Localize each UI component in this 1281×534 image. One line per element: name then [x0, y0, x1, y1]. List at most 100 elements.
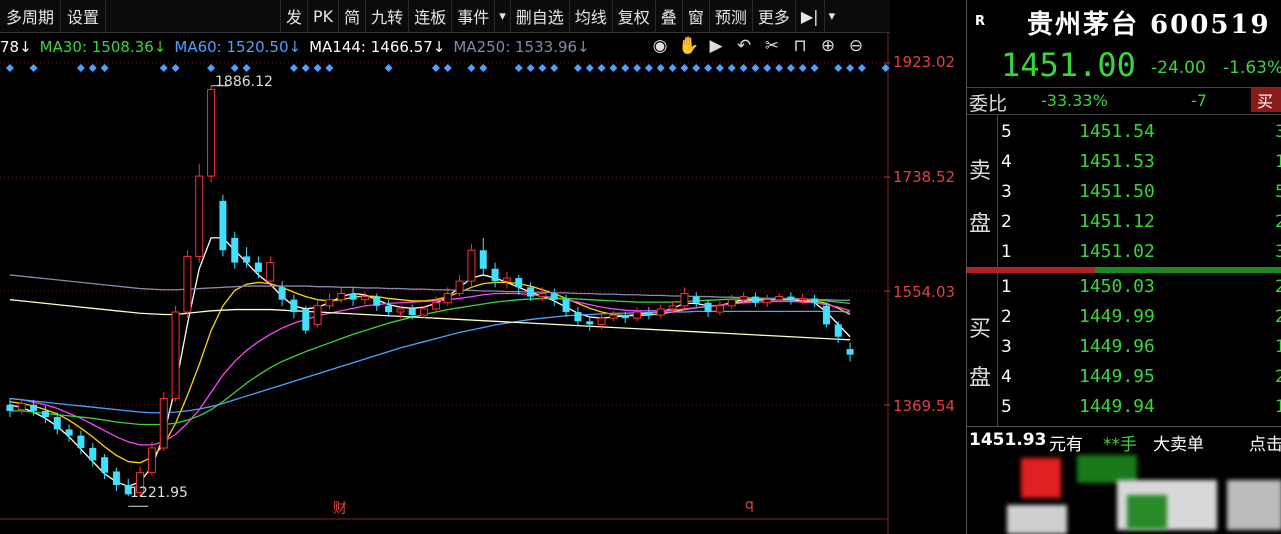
- ma-line: [9, 237, 851, 487]
- signal-diamond: [692, 64, 701, 72]
- signal-diamond: [668, 64, 677, 72]
- toolbar-item[interactable]: ▾: [494, 0, 510, 32]
- footer-click[interactable]: 点击: [1249, 430, 1281, 455]
- signal-diamond: [727, 64, 736, 72]
- candle-body: [633, 311, 642, 319]
- candle-body: [171, 311, 180, 400]
- toolbar-item[interactable]: 发: [280, 0, 307, 32]
- signal-diamond: [289, 64, 298, 72]
- eye-icon[interactable]: ◉: [650, 36, 670, 56]
- sell-row[interactable]: 3 1451.50 5: [967, 178, 1281, 208]
- candle-body: [680, 292, 689, 307]
- candle-body: [656, 308, 665, 316]
- blurred-area: [1077, 455, 1137, 483]
- signal-diamond: [479, 64, 488, 72]
- signal-diamond: [680, 64, 689, 72]
- toolbar-item[interactable]: ▶|: [794, 0, 824, 32]
- blurred-area: [1227, 480, 1281, 530]
- candle-body: [443, 292, 452, 304]
- toolbar-item[interactable]: 窗: [681, 0, 709, 32]
- toolbar-item[interactable]: 复权: [611, 0, 655, 32]
- play-icon[interactable]: ▶: [706, 36, 726, 56]
- sell-row[interactable]: 5 1451.54 3: [967, 118, 1281, 148]
- footer-price: 1451.93: [969, 430, 1047, 450]
- candle-body: [586, 321, 594, 325]
- candle-body: [538, 292, 547, 298]
- ma-line: [9, 310, 851, 414]
- order-diff-value: -7: [1191, 91, 1207, 110]
- order-price: 1449.94: [1079, 396, 1155, 417]
- candle-body: [89, 447, 97, 461]
- level-number: 3: [1001, 337, 1012, 357]
- candle-body: [775, 296, 784, 301]
- signal-diamond: [585, 64, 594, 72]
- footer-unit: 元有: [1049, 435, 1083, 455]
- signal-diamond: [739, 64, 748, 72]
- candle-body: [431, 302, 440, 310]
- zoom-in-icon[interactable]: ⊕: [818, 36, 838, 56]
- zoom-out-icon[interactable]: ⊖: [846, 36, 866, 56]
- toolbar-item[interactable]: 连板: [408, 0, 451, 32]
- signal-diamond: [5, 64, 14, 72]
- order-ratio-row: 委比 -33.33% -7 买: [967, 87, 1281, 115]
- signal-diamond: [467, 64, 476, 72]
- buy-row[interactable]: 1 1450.03 2: [967, 273, 1281, 303]
- candle-body: [420, 308, 429, 316]
- toolbar-item[interactable]: 简: [338, 0, 365, 32]
- candle-body: [195, 175, 204, 257]
- buy-row[interactable]: 4 1449.95 2: [967, 363, 1281, 393]
- signal-diamond: [207, 64, 216, 72]
- candle-body: [515, 278, 523, 288]
- buy-row[interactable]: 5 1449.94 1: [967, 393, 1281, 423]
- undo-icon[interactable]: ↶: [734, 36, 754, 56]
- order-price: 1449.95: [1079, 366, 1155, 387]
- sell-row[interactable]: 4 1451.53 1: [967, 148, 1281, 178]
- sell-row[interactable]: 2 1451.12 2: [967, 208, 1281, 238]
- toolbar-item[interactable]: 删自选: [509, 0, 569, 32]
- finance-marker[interactable]: 财: [333, 498, 347, 518]
- candle-body: [313, 305, 322, 325]
- toolbar-item[interactable]: 叠: [654, 0, 682, 32]
- price-change-pct: -1.63%: [1223, 58, 1281, 78]
- toolbar-item[interactable]: 均线: [568, 0, 612, 32]
- toolbar-item[interactable]: 预测: [708, 0, 752, 32]
- toolbar-item[interactable]: 多周期: [0, 0, 62, 32]
- candle-body: [491, 268, 499, 282]
- buy-row[interactable]: 2 1449.99 2: [967, 303, 1281, 333]
- signal-diamond: [621, 64, 630, 72]
- signal-diamond: [230, 64, 239, 72]
- order-volume: 5: [1275, 182, 1281, 202]
- toolbar-item[interactable]: 更多: [751, 0, 795, 32]
- toolbar-item[interactable]: 事件: [451, 0, 494, 32]
- candle-body: [455, 280, 464, 294]
- candle-body: [692, 296, 700, 303]
- hand-icon[interactable]: ✋: [678, 36, 699, 56]
- lock-icon[interactable]: ⊓: [790, 36, 810, 56]
- toolbar-item[interactable]: 设置: [61, 0, 107, 32]
- big-order-footer[interactable]: 1451.93 元有 **手 大卖单 点击: [967, 426, 1281, 455]
- order-price: 1451.12: [1079, 211, 1155, 232]
- stock-title: 贵州茅台 600519: [1027, 10, 1271, 40]
- kline-chart[interactable]: [0, 0, 890, 534]
- candle-body: [609, 314, 618, 319]
- candle-body: [502, 277, 511, 282]
- signal-diamond: [242, 64, 251, 72]
- y-axis-label: 1554.03: [893, 283, 956, 301]
- signal-diamond: [100, 64, 109, 72]
- toolbar-item[interactable]: 九转: [365, 0, 408, 32]
- candle-body: [147, 447, 156, 474]
- candle-body: [30, 404, 38, 411]
- level-number: 2: [1001, 307, 1012, 327]
- order-volume: 3: [1275, 122, 1281, 142]
- high-price-label: 1886.12: [215, 74, 273, 90]
- scissors-icon[interactable]: ✂: [762, 36, 782, 56]
- signal-diamond: [431, 64, 440, 72]
- sell-row[interactable]: 1 1451.02 3: [967, 238, 1281, 268]
- toolbar-item[interactable]: PK: [307, 0, 338, 32]
- buy-row[interactable]: 3 1449.96 1: [967, 333, 1281, 363]
- signal-diamond: [301, 64, 310, 72]
- toolbar-item[interactable]: ▾: [823, 0, 840, 32]
- buy-button[interactable]: 买: [1251, 88, 1281, 112]
- ma-value: MA144: 1466.57↓: [309, 38, 446, 56]
- event-marker[interactable]: q: [745, 497, 754, 513]
